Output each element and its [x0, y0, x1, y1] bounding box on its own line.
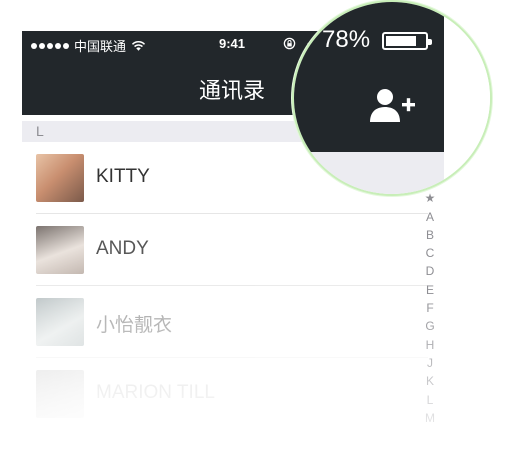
index-item[interactable]: M: [419, 409, 441, 427]
index-item[interactable]: C: [419, 244, 441, 262]
index-item[interactable]: J: [419, 354, 441, 372]
index-item[interactable]: L: [419, 391, 441, 409]
magnified-section-area: [294, 152, 444, 194]
list-item[interactable]: ANDY: [22, 214, 442, 286]
avatar: [36, 226, 84, 274]
index-item[interactable]: G: [419, 317, 441, 335]
index-item[interactable]: H: [419, 336, 441, 354]
battery-tip: [428, 39, 432, 45]
section-index[interactable]: Q ★ A B C D E F G H J K L M: [419, 171, 441, 427]
avatar: [36, 370, 84, 418]
magnified-nav-area: [294, 2, 444, 152]
index-item[interactable]: E: [419, 281, 441, 299]
battery-level: [386, 36, 416, 46]
index-item[interactable]: B: [419, 226, 441, 244]
list-item[interactable]: MARION TILL: [22, 358, 442, 430]
contact-name: ANDY: [96, 238, 149, 259]
index-item[interactable]: F: [419, 299, 441, 317]
contact-name: KITTY: [96, 166, 150, 187]
contact-name: 小怡靓衣: [96, 315, 173, 336]
avatar: [36, 298, 84, 346]
battery-icon: [382, 32, 432, 50]
index-item[interactable]: A: [419, 208, 441, 226]
avatar: [36, 154, 84, 202]
battery-percent: 78%: [322, 26, 371, 53]
add-contact-icon[interactable]: [368, 86, 416, 126]
index-item[interactable]: K: [419, 372, 441, 390]
list-item[interactable]: 小怡靓衣: [22, 286, 442, 358]
index-item[interactable]: D: [419, 262, 441, 280]
contact-name: MARION TILL: [96, 382, 215, 403]
magnified-margin: [444, 2, 490, 194]
